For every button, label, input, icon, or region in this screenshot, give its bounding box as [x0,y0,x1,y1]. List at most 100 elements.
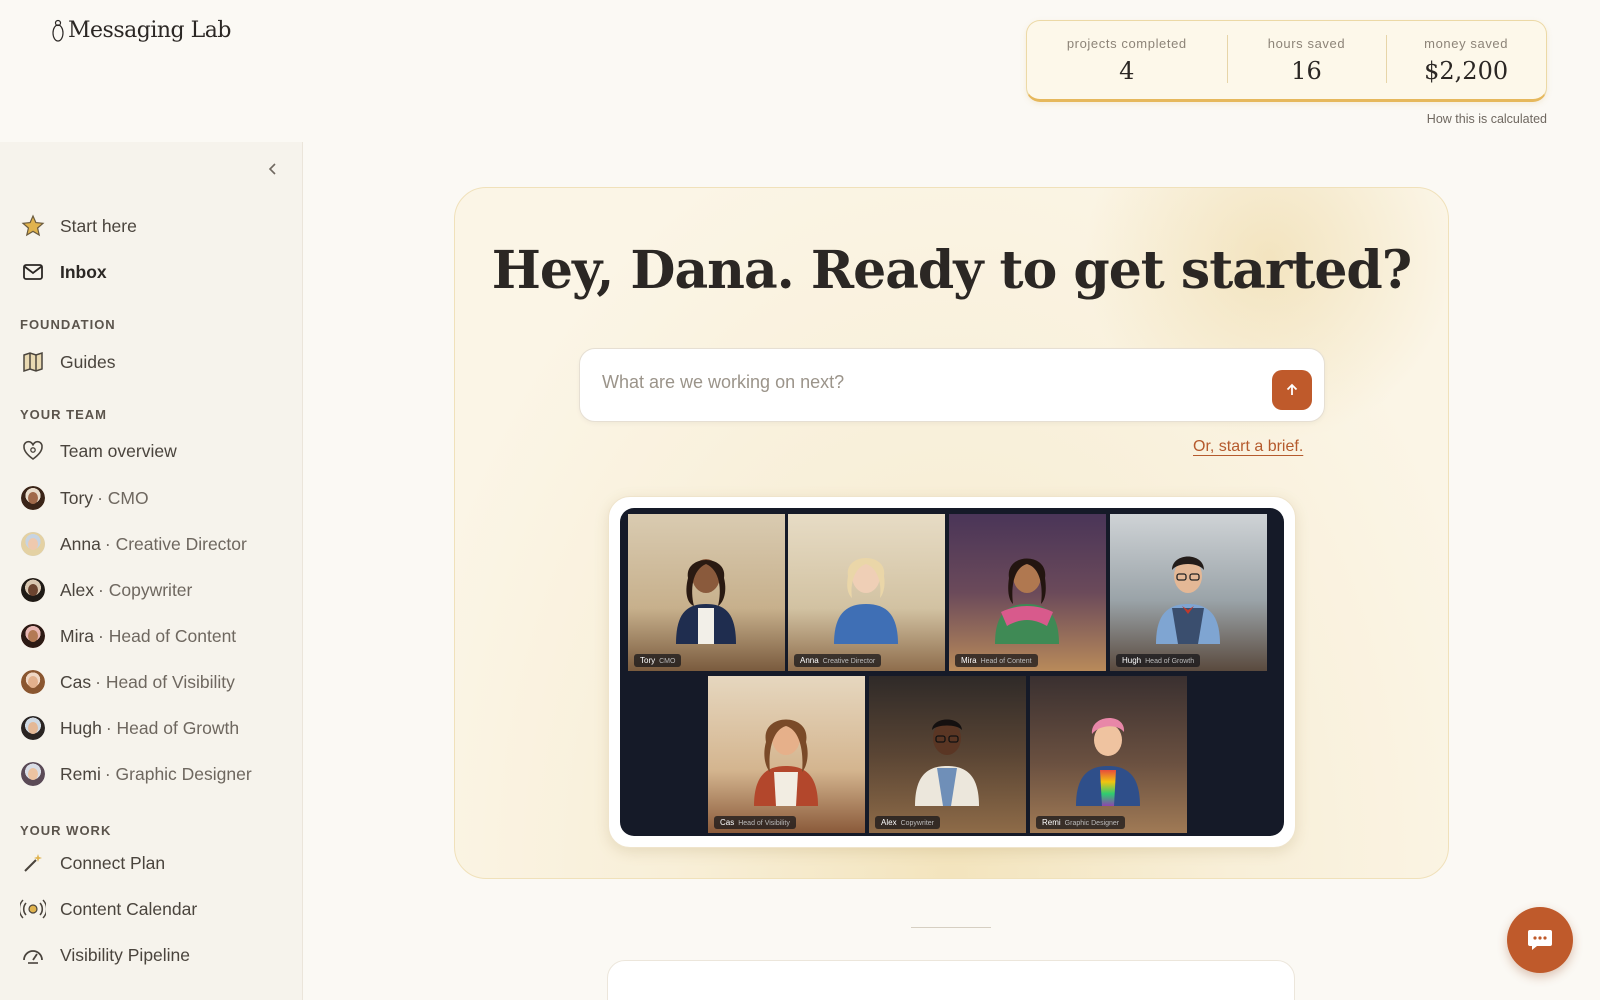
sidebar-item-role: · CMO [97,487,149,508]
avatar [21,762,45,786]
sidebar-item-team-overview[interactable]: Team overview [20,436,177,466]
tile-name: Anna [800,656,819,665]
sidebar-item-mira[interactable]: Mira · Head of Content [20,621,236,651]
tile-role: Copywriter [900,820,935,827]
sidebar-item-role: · Creative Director [104,533,247,554]
sidebar-item-remi[interactable]: Remi · Graphic Designer [20,759,252,789]
video-grid: Tory CMO Anna Creative Director Mira Head o… [620,508,1284,836]
tile-nameplate: Cas Head of Visibility [714,816,796,829]
sidebar-item-label: Inbox [60,261,107,282]
prompt-input[interactable] [602,367,1242,397]
tile-name: Alex [881,818,897,827]
send-button[interactable] [1272,370,1312,410]
video-tile-anna: Anna Creative Director [788,514,945,671]
sidebar-item-alex[interactable]: Alex · Copywriter [20,575,192,605]
how-calculated-link[interactable]: How this is calculated [1427,112,1547,126]
gauge-icon [20,942,46,968]
stat-value: 4 [1119,56,1135,85]
sidebar-item-guides[interactable]: Guides [20,347,115,377]
chat-button[interactable] [1507,907,1573,973]
sidebar-item-label: Cas [60,671,92,692]
next-section-card [607,960,1295,1000]
app-logo[interactable]: Messaging Lab [52,18,231,43]
sidebar-item-role: · Head of Growth [105,717,240,738]
sidebar-item-role: · Copywriter [98,579,193,600]
tile-nameplate: Hugh Head of Growth [1116,654,1201,667]
sidebar-item-role: · Graphic Designer [104,763,252,784]
tile-nameplate: Remi Graphic Designer [1036,816,1126,829]
avatar [21,624,45,648]
stats-panel: projects completed 4 hours saved 16 mone… [1026,20,1547,102]
stat-label: projects completed [1066,35,1187,51]
map-icon [20,349,46,375]
stat-money-saved: money saved $2,200 [1386,21,1546,99]
sidebar-item-label: Tory [60,487,94,508]
sidebar-item-label: Guides [60,351,116,372]
start-brief-link[interactable]: Or, start a brief. [1193,438,1303,456]
sidebar-item-hugh[interactable]: Hugh · Head of Growth [20,713,239,743]
sidebar-item-role: · Head of Content [98,625,237,646]
sidebar-item-label: Team overview [60,440,177,461]
sidebar-item-start-here[interactable]: Start here [20,211,137,241]
sidebar-item-role: · Head of Visibility [95,671,235,692]
video-tile-remi: Remi Graphic Designer [1030,676,1187,833]
app-name: Messaging Lab [68,18,231,43]
tile-nameplate: Anna Creative Director [794,654,882,667]
sidebar-item-connect-plan[interactable]: Connect Plan [20,848,165,878]
sidebar-item-label: Alex [60,579,95,600]
sidebar-item-label: Start here [60,215,137,236]
tile-nameplate: Tory CMO [634,654,682,667]
chat-bubble-icon [1528,930,1552,950]
section-label-your-work: YOUR WORK [20,823,112,838]
sidebar-item-label: Remi [60,763,101,784]
tile-name: Hugh [1122,656,1142,665]
logo-icon [52,19,64,42]
sidebar-item-label: Anna [60,533,101,554]
avatar [21,532,45,556]
tile-role: Head of Content [980,658,1032,665]
stat-hours-saved: hours saved 16 [1226,21,1387,99]
avatar [21,670,45,694]
sidebar-item-cas[interactable]: Cas · Head of Visibility [20,667,235,697]
tile-role: Head of Visibility [738,820,790,827]
section-label-foundation: FOUNDATION [20,317,116,332]
team-video-preview[interactable]: Tory CMO Anna Creative Director Mira Head o… [608,496,1296,848]
video-tile-cas: Cas Head of Visibility [708,676,865,833]
arrow-up-icon [1286,383,1298,395]
tile-role: Graphic Designer [1064,820,1120,827]
avatar [21,486,45,510]
sidebar-item-inbox[interactable]: Inbox [20,257,107,287]
tile-role: Creative Director [822,658,876,665]
avatar [21,578,45,602]
page-title: Hey, Dana. Ready to get started? [491,240,1413,301]
wand-icon [20,850,46,876]
stat-value: 16 [1291,56,1322,85]
sidebar-item-label: Visibility Pipeline [60,944,191,965]
tile-name: Mira [961,656,977,665]
tile-nameplate: Alex Copywriter [875,816,941,829]
sidebar-item-anna[interactable]: Anna · Creative Director [20,529,247,559]
star-icon [20,213,46,239]
avatar [21,716,45,740]
sidebar: Start here Inbox FOUNDATION Guides YOUR … [0,142,303,1000]
section-label-your-team: YOUR TEAM [20,407,107,422]
sidebar-item-label: Hugh [60,717,102,738]
tile-role: Head of Growth [1145,658,1195,665]
tile-name: Tory [640,656,656,665]
chevron-left-icon[interactable] [264,162,282,180]
sidebar-item-visibility-pipeline[interactable]: Visibility Pipeline [20,940,190,970]
video-tile-mira: Mira Head of Content [949,514,1106,671]
tile-name: Cas [720,818,735,827]
video-tile-tory: Tory CMO [628,514,785,671]
stat-label: money saved [1424,35,1509,51]
sidebar-item-content-calendar[interactable]: Content Calendar [20,894,197,924]
stat-value: $2,200 [1424,56,1509,85]
tile-role: CMO [659,658,676,665]
sidebar-item-tory[interactable]: Tory · CMO [20,483,149,513]
divider [911,927,991,928]
sidebar-item-label: Content Calendar [60,898,198,919]
sidebar-item-label: Connect Plan [60,852,166,873]
prompt-box [579,348,1325,422]
stat-projects-completed: projects completed 4 [1027,21,1227,99]
tile-name: Remi [1042,818,1061,827]
